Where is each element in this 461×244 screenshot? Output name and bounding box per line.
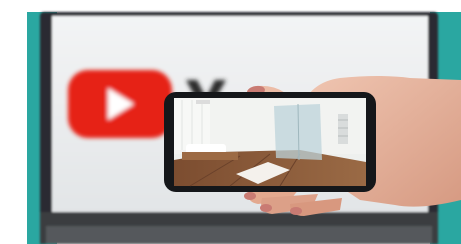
laptop-keyboard-edge: [46, 226, 432, 244]
smartphone: [164, 92, 376, 192]
towel-rail: [338, 114, 348, 144]
bathroom-photo: [174, 98, 366, 187]
finger-nail-1: [244, 192, 256, 200]
photo-illustration: [0, 0, 461, 244]
finger-nail-3: [290, 207, 302, 215]
top-margin: [0, 0, 461, 12]
finger-nail-2: [260, 204, 272, 212]
ceiling-light: [196, 100, 210, 104]
tub-platform: [182, 152, 238, 160]
photo-scene: [0, 0, 461, 244]
